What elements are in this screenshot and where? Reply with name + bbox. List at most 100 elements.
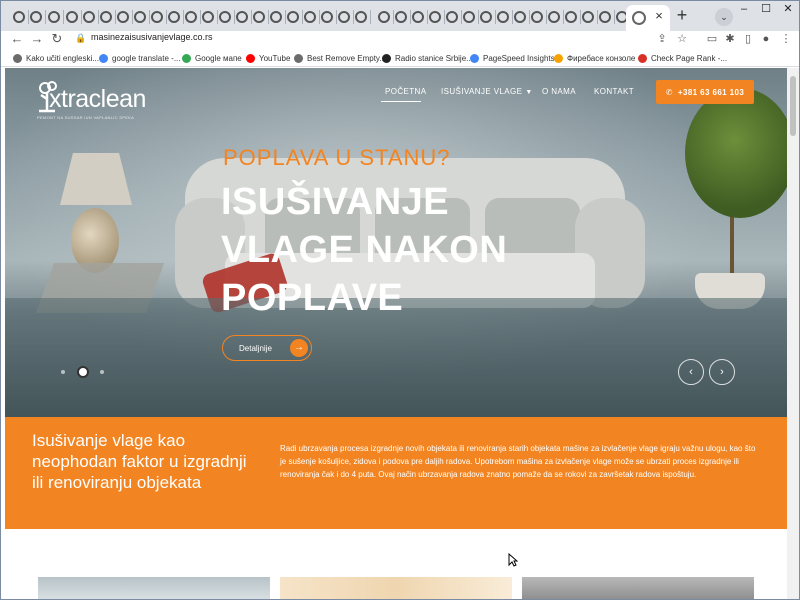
browser-tab[interactable] <box>285 9 303 25</box>
browser-tab[interactable] <box>302 9 320 25</box>
logo-wordmark: xtraclean <box>49 85 146 113</box>
browser-tab[interactable] <box>376 9 394 25</box>
browser-menu-button[interactable]: ⋮ <box>779 31 793 47</box>
bookmark-item[interactable]: Best Remove Empty... <box>294 52 386 64</box>
browser-tab[interactable] <box>115 9 133 25</box>
browser-tab[interactable] <box>597 9 615 25</box>
bookmark-item[interactable]: Radio stanice Srbije... <box>382 52 473 64</box>
cast-icon[interactable]: ▭ <box>705 31 719 47</box>
tab-search-icon[interactable]: ⌄ <box>715 8 733 26</box>
browser-tab[interactable] <box>336 9 354 25</box>
slider-dot-active[interactable] <box>77 366 89 378</box>
browser-tab[interactable] <box>563 9 581 25</box>
tab-favicon-icon <box>321 11 333 23</box>
nav-o-nama[interactable]: O NAMA <box>542 87 576 101</box>
browser-tab[interactable] <box>410 9 428 25</box>
forward-button[interactable]: → <box>29 31 45 47</box>
tab-favicon-icon <box>463 11 475 23</box>
browser-tab[interactable] <box>580 9 598 25</box>
browser-tab[interactable] <box>64 9 82 25</box>
nav-pocetna[interactable]: POČETNA <box>385 87 426 101</box>
tab-favicon-icon <box>66 11 78 23</box>
slider-dot[interactable] <box>100 370 104 374</box>
browser-tab[interactable] <box>251 9 269 25</box>
sidepanel-icon[interactable]: ▯ <box>741 31 755 47</box>
browser-tab[interactable] <box>495 9 513 25</box>
back-button[interactable]: ← <box>9 31 25 47</box>
tab-favicon-icon <box>287 11 299 23</box>
bookmark-item[interactable]: Google мапе <box>182 52 242 64</box>
tab-close-button[interactable]: × <box>652 9 666 23</box>
close-window-button[interactable]: ✕ <box>777 1 799 19</box>
browser-tab[interactable] <box>11 9 29 25</box>
browser-tab[interactable] <box>393 9 411 25</box>
share-icon[interactable]: ⇪ <box>655 31 669 47</box>
mouse-cursor-icon <box>508 553 518 567</box>
maps-icon <box>182 53 191 63</box>
browser-tab[interactable] <box>444 9 462 25</box>
firebase-icon <box>554 53 563 63</box>
address-bar[interactable]: 🔒 masinezaisusivanjevlage.co.rs ⇪ ☆ <box>75 31 695 47</box>
hero-headline: ISUŠIVANJE VLAGE NAKON POPLAVE <box>221 181 508 319</box>
tab-favicon-icon <box>202 11 214 23</box>
nav-active-indicator <box>381 101 421 102</box>
browser-tab[interactable] <box>234 9 252 25</box>
profile-icon[interactable]: ● <box>759 31 773 47</box>
bookmark-item[interactable]: YouTube <box>246 52 290 64</box>
reload-button[interactable]: ↻ <box>49 31 65 47</box>
bookmark-item[interactable]: Kako učiti engleski... <box>13 52 99 64</box>
slider-prev-button[interactable]: ‹ <box>678 359 704 385</box>
bookmark-item[interactable]: Check Page Rank -... <box>638 52 727 64</box>
site-favicon-icon <box>632 11 646 25</box>
page-scrollbar[interactable] <box>787 68 799 599</box>
browser-tab[interactable] <box>81 9 99 25</box>
tab-favicon-icon <box>480 11 492 23</box>
maximize-button[interactable]: ☐ <box>755 1 777 19</box>
browser-tab[interactable] <box>461 9 479 25</box>
nav-isusivanje-vlage[interactable]: ISUŠIVANJE VLAGE ▼ <box>441 87 533 101</box>
tab-favicon-icon <box>151 11 163 23</box>
browser-tab[interactable] <box>217 9 235 25</box>
browser-tab[interactable] <box>529 9 547 25</box>
browser-tab[interactable] <box>268 9 286 25</box>
tab-favicon-icon <box>599 11 611 23</box>
browser-tab[interactable] <box>166 9 184 25</box>
browser-tab[interactable] <box>546 9 564 25</box>
card-image-3[interactable] <box>522 577 754 599</box>
browser-tab[interactable] <box>46 9 64 25</box>
browser-tab[interactable] <box>478 9 496 25</box>
browser-tab[interactable] <box>427 9 445 25</box>
tab-favicon-icon <box>395 11 407 23</box>
browser-tab[interactable] <box>132 9 150 25</box>
new-tab-button[interactable]: + <box>673 6 691 25</box>
browser-tab[interactable] <box>28 9 46 25</box>
arrow-right-icon: → <box>290 339 308 357</box>
google-icon <box>99 53 108 63</box>
browser-tab[interactable] <box>353 9 371 25</box>
site-logo[interactable]: xtraclean PEMONT NA SUSSAR IUN VAPLANLIC… <box>35 75 155 125</box>
active-tab[interactable]: × <box>626 5 670 31</box>
globe-icon <box>13 53 22 63</box>
slider-next-button[interactable]: › <box>709 359 735 385</box>
phone-button[interactable]: ✆ +381 63 661 103 <box>656 80 754 104</box>
extensions-icon[interactable]: ✱ <box>723 31 737 47</box>
browser-tab[interactable] <box>98 9 116 25</box>
slider-dot[interactable] <box>61 370 65 374</box>
card-image-2[interactable] <box>280 577 512 599</box>
browser-tab[interactable] <box>149 9 167 25</box>
nav-kontakt[interactable]: KONTAKT <box>594 87 634 101</box>
card-image-1[interactable] <box>38 577 270 599</box>
bookmark-star-icon[interactable]: ☆ <box>675 31 689 47</box>
tab-favicon-icon <box>378 11 390 23</box>
details-button[interactable]: Detaljnije → <box>222 335 312 361</box>
browser-tab[interactable] <box>512 9 530 25</box>
minimize-button[interactable]: – <box>733 1 755 19</box>
browser-tab[interactable] <box>319 9 337 25</box>
scrollbar-thumb[interactable] <box>790 76 796 136</box>
bookmark-item[interactable]: Фиребасе конзоле <box>554 52 635 64</box>
bookmark-item[interactable]: google translate -... <box>99 52 180 64</box>
bookmark-item[interactable]: PageSpeed Insights <box>470 52 555 64</box>
browser-tab[interactable] <box>200 9 218 25</box>
browser-tab[interactable] <box>183 9 201 25</box>
rank-icon <box>638 53 647 63</box>
